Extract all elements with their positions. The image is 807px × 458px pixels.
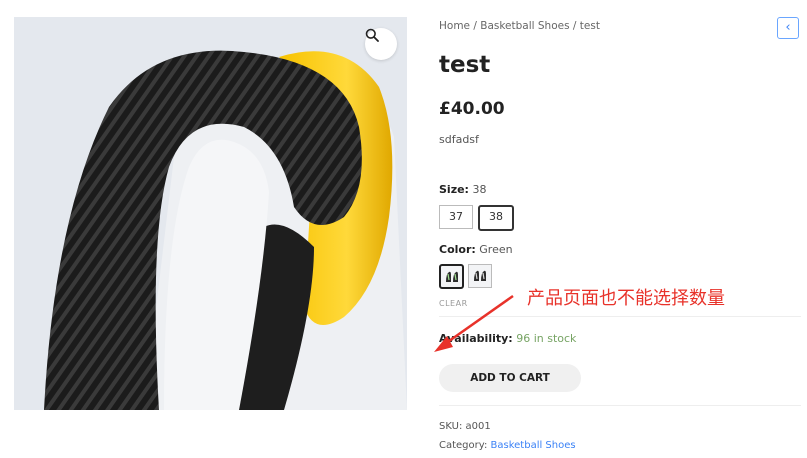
product-summary: Home / Basketball Shoes / test <box>439 17 801 32</box>
divider <box>439 405 801 406</box>
annotation-text: 产品页面也不能选择数量 <box>527 288 725 309</box>
color-swatch-green[interactable] <box>439 264 464 289</box>
product-description: sdfadsf <box>439 133 479 146</box>
size-options: 37 38 <box>439 205 514 231</box>
magnifier-icon <box>365 28 379 42</box>
color-swatch-other[interactable] <box>468 264 492 288</box>
sku-label: SKU: <box>439 421 463 432</box>
category-label: Category: <box>439 440 488 451</box>
product-price: £40.00 <box>439 99 505 119</box>
color-label-row: Color: Green <box>439 243 513 256</box>
product-title: test <box>439 52 491 78</box>
sku-row: SKU: a001 <box>439 421 491 432</box>
shoe-thumbnail-icon <box>445 271 458 282</box>
breadcrumb-category[interactable]: Basketball Shoes <box>480 20 569 32</box>
shoe-thumbnail-icon <box>474 270 486 281</box>
size-label: Size: <box>439 183 469 196</box>
divider <box>439 316 801 317</box>
availability-label: Availability: <box>439 332 513 345</box>
sku-value: a001 <box>465 421 491 432</box>
back-button[interactable]: ‹ <box>777 17 799 39</box>
chevron-left-icon: ‹ <box>785 20 791 35</box>
product-image[interactable] <box>14 17 407 410</box>
breadcrumb-current: test <box>579 20 600 32</box>
category-link[interactable]: Basketball Shoes <box>491 440 576 451</box>
size-label-row: Size: 38 <box>439 183 486 196</box>
breadcrumb: Home / Basketball Shoes / test <box>439 20 600 32</box>
category-row: Category: Basketball Shoes <box>439 440 576 451</box>
availability-value: 96 in stock <box>516 332 577 345</box>
size-selected: 38 <box>472 183 487 196</box>
color-label: Color: <box>439 243 476 256</box>
size-option-38[interactable]: 38 <box>478 205 514 231</box>
color-selected: Green <box>479 243 513 256</box>
size-option-37[interactable]: 37 <box>439 205 473 229</box>
shoe-sole-image <box>14 17 407 410</box>
color-options <box>439 264 492 289</box>
availability: Availability: 96 in stock <box>439 332 576 345</box>
add-to-cart-button[interactable]: ADD TO CART <box>439 364 581 392</box>
breadcrumb-home[interactable]: Home <box>439 20 470 32</box>
clear-selection-link[interactable]: CLEAR <box>439 299 468 308</box>
zoom-button[interactable] <box>365 28 397 60</box>
